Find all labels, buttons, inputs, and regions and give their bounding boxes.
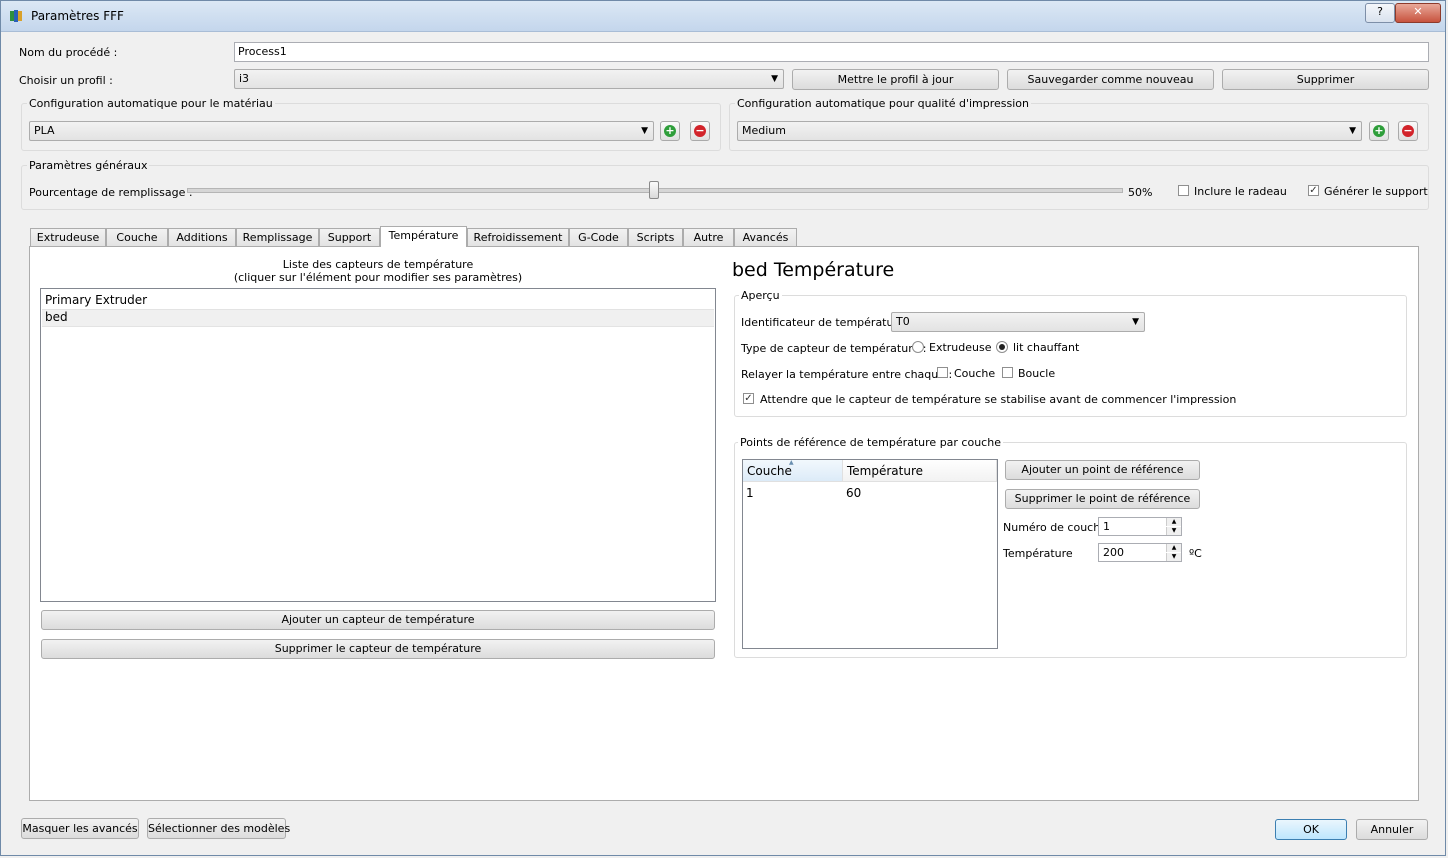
profile-value: i3 [239,72,250,85]
close-button[interactable]: ✕ [1395,3,1441,23]
sensor-list-subtitle: (cliquer sur l'élément pour modifier ses… [233,271,523,284]
tab-refroidissement[interactable]: Refroidissement [467,228,569,246]
tab-couche[interactable]: Couche [106,228,168,246]
list-item[interactable]: bed [45,310,68,324]
tab-extrudeuse[interactable]: Extrudeuse [30,228,106,246]
app-icon [10,10,22,22]
remove-material-button[interactable]: − [690,121,710,141]
window-title: Paramètres FFF [31,9,124,23]
support-checkbox[interactable]: ✓ [1308,185,1319,196]
sensor-type-bed-radio[interactable] [996,341,1008,353]
cancel-button[interactable]: Annuler [1356,819,1428,840]
setpoints-group-title: Points de référence de température par c… [738,436,1003,449]
tab-additions[interactable]: Additions [168,228,236,246]
quality-group-title: Configuration automatique pour qualité d… [735,97,1032,110]
update-profile-button[interactable]: Mettre le profil à jour [792,69,999,90]
temperature-label: Température [1003,547,1073,560]
process-name-input[interactable]: Process1 [234,42,1429,62]
minus-icon: − [1402,124,1414,137]
support-label: Générer le support [1324,185,1428,198]
layer-number-label: Numéro de couche [1003,521,1107,534]
settings-window: Paramètres FFF ? ✕ Nom du procédé : Proc… [0,0,1446,856]
relay-loop-label: Boucle [1018,367,1056,380]
temperature-spinbox[interactable]: 200 ▲ ▼ [1098,543,1182,562]
setpoints-table[interactable]: Couche ▲ Température 1 60 [742,459,998,649]
minus-icon: − [694,124,706,137]
relay-loop-checkbox[interactable] [1002,367,1013,378]
list-item-selected-bg [42,309,714,327]
plus-icon: + [664,124,676,137]
relay-layer-label: Couche [954,367,996,380]
add-setpoint-button[interactable]: Ajouter un point de référence [1005,460,1200,480]
list-item[interactable]: Primary Extruder [45,293,147,307]
tab-autre[interactable]: Autre [683,228,734,246]
relay-label: Relayer la température entre chaque : [741,368,953,381]
spin-up-icon[interactable]: ▲ [1166,518,1181,526]
spin-up-icon[interactable]: ▲ [1166,544,1181,552]
column-header-temperature[interactable]: Température [843,460,997,482]
infill-value: 50% [1128,186,1153,199]
help-button[interactable]: ? [1365,3,1395,23]
relay-layer-checkbox[interactable] [937,367,948,378]
ok-button[interactable]: OK [1275,819,1347,840]
chevron-down-icon: ▼ [1132,317,1139,327]
material-value: PLA [34,124,55,137]
general-group-title: Paramètres généraux [27,159,150,172]
remove-quality-button[interactable]: − [1398,121,1418,141]
material-group-title: Configuration automatique pour le matéri… [27,97,275,110]
spin-down-icon[interactable]: ▼ [1166,553,1181,561]
sensor-list-title: Liste des capteurs de température [282,258,474,271]
temperature-value: 200 [1103,546,1124,559]
temperature-unit: ºC [1189,547,1202,560]
select-models-button[interactable]: Sélectionner des modèles [147,818,290,839]
infill-label: Pourcentage de remplissage : [29,186,193,199]
save-new-profile-button[interactable]: Sauvegarder comme nouveau [1007,69,1214,90]
delete-profile-button[interactable]: Supprimer [1222,69,1429,90]
sort-ascending-icon: ▲ [789,459,794,466]
sensor-id-value: T0 [896,315,910,328]
quality-value: Medium [742,124,786,137]
add-sensor-button[interactable]: Ajouter un capteur de température [41,610,715,630]
remove-sensor-button[interactable]: Supprimer le capteur de température [41,639,715,659]
profile-label: Choisir un profil : [19,74,113,87]
tab-gcode[interactable]: G-Code [569,228,628,246]
add-material-button[interactable]: + [660,121,680,141]
wait-stabilize-checkbox[interactable]: ✓ [743,393,754,404]
tab-temperature[interactable]: Température [380,226,467,247]
plus-icon: + [1373,124,1385,137]
material-select[interactable]: PLA ▼ [29,121,654,141]
hide-advanced-button[interactable]: Masquer les avancés [21,818,139,839]
remove-setpoint-button[interactable]: Supprimer le point de référence [1005,489,1200,509]
process-name-label: Nom du procédé : [19,46,118,59]
layer-number-value: 1 [1103,520,1110,533]
tab-avances[interactable]: Avancés [734,228,797,246]
tab-support[interactable]: Support [319,228,380,246]
overview-group-title: Aperçu [739,289,782,302]
tab-remplissage[interactable]: Remplissage [236,228,319,246]
spin-down-icon[interactable]: ▼ [1166,527,1181,535]
quality-select[interactable]: Medium ▼ [737,121,1362,141]
chevron-down-icon: ▼ [771,74,778,84]
profile-select[interactable]: i3 ▼ [234,69,784,89]
table-cell-temperature[interactable]: 60 [846,486,861,500]
sensor-list[interactable]: Primary Extruder bed [40,288,716,602]
layer-number-spinbox[interactable]: 1 ▲ ▼ [1098,517,1182,536]
add-quality-button[interactable]: + [1369,121,1389,141]
chevron-down-icon: ▼ [1349,126,1356,136]
chevron-down-icon: ▼ [641,126,648,136]
sensor-type-extruder-radio[interactable] [912,341,924,353]
sensor-id-label: Identificateur de température [741,316,905,329]
wait-stabilize-label: Attendre que le capteur de température s… [760,393,1237,406]
raft-checkbox[interactable] [1178,185,1189,196]
infill-slider-handle[interactable] [649,181,659,199]
raft-label: Inclure le radeau [1194,185,1287,198]
table-cell-layer[interactable]: 1 [746,486,754,500]
sensor-type-extruder-label: Extrudeuse [929,341,992,354]
tab-scripts[interactable]: Scripts [628,228,683,246]
sensor-id-select[interactable]: T0 ▼ [891,312,1145,332]
sensor-heading: bed Température [732,259,895,281]
title-bar: Paramètres FFF ? ✕ [1,1,1445,32]
sensor-type-bed-label: lit chauffant [1013,341,1080,354]
sensor-type-label: Type de capteur de température : [741,342,927,355]
